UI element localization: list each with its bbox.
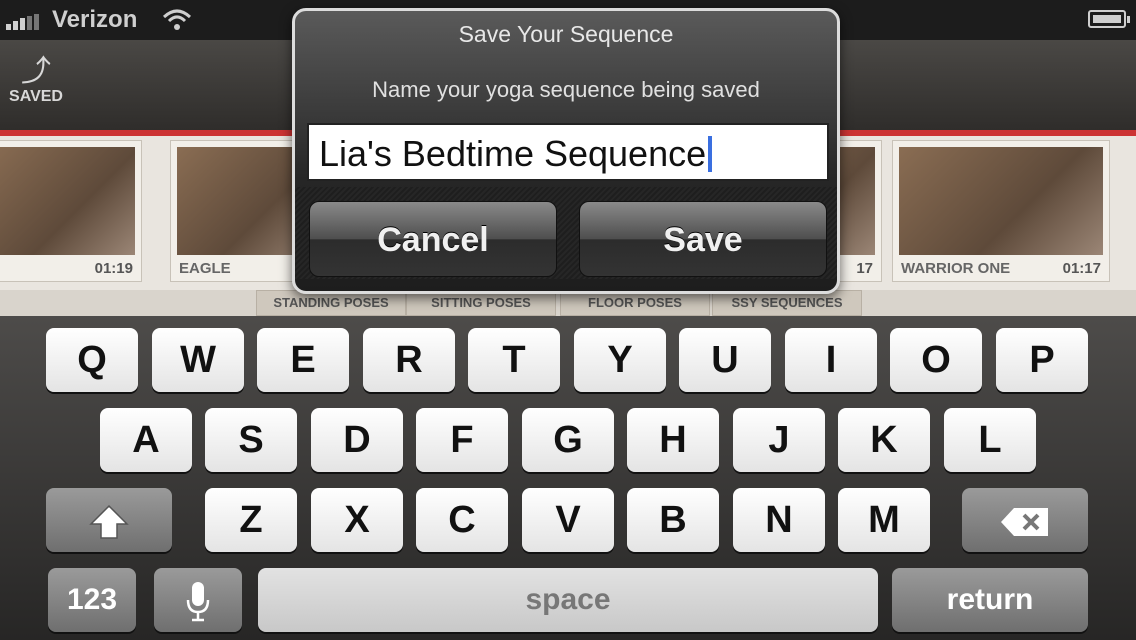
shift-icon — [89, 504, 129, 539]
key-v[interactable]: V — [522, 488, 614, 552]
dialog-title: Save Your Sequence — [458, 21, 674, 47]
key-g[interactable]: G — [522, 408, 614, 472]
pose-name: EAGLE — [179, 260, 231, 277]
pose-photo — [899, 147, 1103, 255]
key-s[interactable]: S — [205, 408, 297, 472]
key-p[interactable]: P — [996, 328, 1088, 392]
dialog-button-row: Cancel Save — [295, 187, 837, 279]
key-f[interactable]: F — [416, 408, 508, 472]
key-k[interactable]: K — [838, 408, 930, 472]
sequence-name-input[interactable]: Lia's Bedtime Sequence — [307, 123, 829, 181]
pose-photo — [0, 147, 135, 255]
space-key[interactable]: space — [258, 568, 878, 632]
key-l[interactable]: L — [944, 408, 1036, 472]
key-j[interactable]: J — [733, 408, 825, 472]
keyboard: Q W E R T Y U I O P A S D F G H J K L Z … — [0, 316, 1136, 640]
signal-bars-icon — [6, 14, 39, 30]
numbers-key[interactable]: 123 — [48, 568, 136, 632]
pose-card[interactable]: 01:19 — [0, 140, 142, 282]
key-i[interactable]: I — [785, 328, 877, 392]
key-c[interactable]: C — [416, 488, 508, 552]
pose-duration: 01:19 — [94, 260, 133, 277]
key-o[interactable]: O — [890, 328, 982, 392]
key-y[interactable]: Y — [574, 328, 666, 392]
backspace-icon — [1001, 507, 1048, 536]
key-w[interactable]: W — [152, 328, 244, 392]
key-b[interactable]: B — [627, 488, 719, 552]
dictation-key[interactable] — [154, 568, 242, 632]
pose-duration: 01:17 — [1062, 260, 1101, 277]
key-z[interactable]: Z — [205, 488, 297, 552]
delete-key[interactable] — [962, 488, 1088, 552]
key-a[interactable]: A — [100, 408, 192, 472]
pose-name: WARRIOR ONE — [901, 260, 1011, 277]
key-h[interactable]: H — [627, 408, 719, 472]
save-sequence-dialog: Save Your Sequence Name your yoga sequen… — [292, 8, 840, 294]
saved-button[interactable]: ⤴ SAVED — [8, 56, 64, 116]
save-button[interactable]: Save — [579, 201, 827, 277]
battery-icon — [1088, 10, 1130, 28]
input-value-wrap: Lia's Bedtime Sequence — [319, 133, 713, 175]
microphone-icon — [186, 581, 210, 622]
save-return-icon: ⤴ — [21, 55, 51, 88]
key-q[interactable]: Q — [46, 328, 138, 392]
key-d[interactable]: D — [311, 408, 403, 472]
shift-key[interactable] — [46, 488, 172, 552]
key-x[interactable]: X — [311, 488, 403, 552]
key-r[interactable]: R — [363, 328, 455, 392]
key-e[interactable]: E — [257, 328, 349, 392]
return-key[interactable]: return — [892, 568, 1088, 632]
key-u[interactable]: U — [679, 328, 771, 392]
wifi-icon — [162, 8, 192, 37]
input-value: Lia's Bedtime Sequence — [319, 133, 707, 174]
dialog-message: Name your yoga sequence being saved — [372, 77, 760, 102]
cancel-button[interactable]: Cancel — [309, 201, 557, 277]
key-n[interactable]: N — [733, 488, 825, 552]
pose-card[interactable]: WARRIOR ONE 01:17 — [892, 140, 1110, 282]
text-caret — [708, 136, 713, 172]
pose-duration: 17 — [856, 260, 873, 277]
carrier-name: Verizon — [52, 6, 138, 33]
key-m[interactable]: M — [838, 488, 930, 552]
key-t[interactable]: T — [468, 328, 560, 392]
saved-label: SAVED — [9, 88, 63, 105]
